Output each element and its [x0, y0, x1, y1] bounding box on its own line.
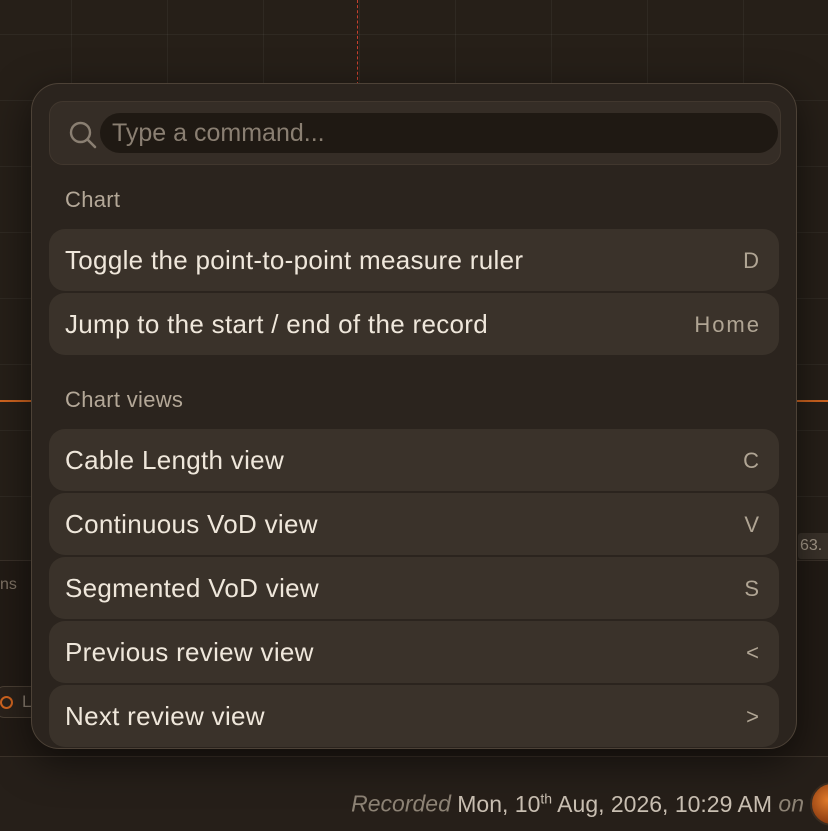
- search-icon: [69, 121, 97, 149]
- command-previous-review-view[interactable]: Previous review view <: [49, 621, 779, 683]
- section-header-chart-views: Chart views: [65, 387, 184, 412]
- command-label: Segmented VoD view: [65, 573, 319, 603]
- command-shortcut: Home: [694, 312, 761, 337]
- command-next-review-view[interactable]: Next review view >: [49, 685, 779, 747]
- date-prefix: Mon, 10: [457, 790, 541, 817]
- command-label: Toggle the point-to-point measure ruler: [65, 245, 524, 275]
- axis-value-tag: 63.: [798, 533, 828, 559]
- command-toggle-measure-ruler[interactable]: Toggle the point-to-point measure ruler …: [49, 229, 779, 291]
- command-label: Jump to the start / end of the record: [65, 309, 488, 339]
- recorded-info: Recorded Mon, 10th Aug, 2026, 10:29 AM o…: [351, 790, 804, 818]
- search-box: [49, 101, 781, 165]
- date-rest: Aug, 2026, 10:29 AM: [552, 790, 773, 817]
- command-shortcut: C: [743, 448, 761, 473]
- chart-cursor-line: [357, 0, 358, 85]
- on-label: on: [778, 790, 804, 817]
- date-suffix: th: [540, 790, 553, 806]
- command-segmented-vod-view[interactable]: Segmented VoD view S: [49, 557, 779, 619]
- command-label: Continuous VoD view: [65, 509, 318, 539]
- command-label: Next review view: [65, 701, 265, 731]
- recorded-label: Recorded: [351, 790, 451, 817]
- command-shortcut: S: [744, 576, 761, 601]
- command-cable-length-view[interactable]: Cable Length view C: [49, 429, 779, 491]
- lower-panel-label: ns: [0, 576, 17, 593]
- command-palette: Chart Toggle the point-to-point measure …: [31, 83, 797, 749]
- command-search-input[interactable]: [100, 113, 778, 153]
- command-shortcut: D: [743, 248, 761, 273]
- command-continuous-vod-view[interactable]: Continuous VoD view V: [49, 493, 779, 555]
- recorded-date: Mon, 10th Aug, 2026, 10:29 AM: [457, 790, 773, 817]
- command-label: Previous review view: [65, 637, 314, 667]
- command-jump-start-end[interactable]: Jump to the start / end of the record Ho…: [49, 293, 779, 355]
- command-label: Cable Length view: [65, 445, 285, 475]
- command-shortcut: <: [746, 640, 761, 665]
- command-shortcut: >: [746, 704, 761, 729]
- section-header-chart: Chart: [65, 187, 121, 212]
- status-dot-icon: [0, 696, 13, 709]
- command-shortcut: V: [744, 512, 761, 537]
